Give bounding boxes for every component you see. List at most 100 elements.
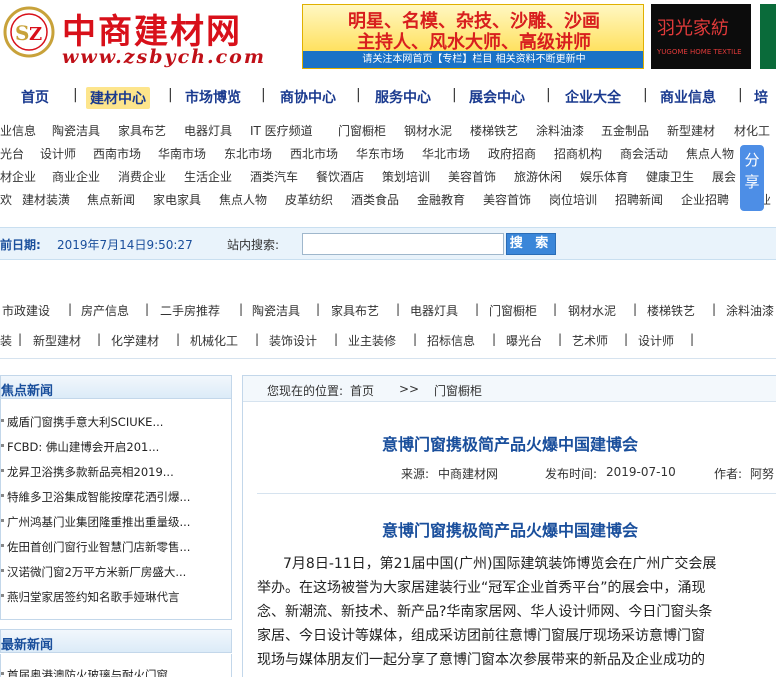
brand-ad[interactable]: 羽光家紡 YUGOME HOME TEXTILE: [651, 4, 751, 69]
nav-service-center[interactable]: 服务中心: [375, 87, 431, 107]
category-link[interactable]: 企业招聘: [681, 191, 729, 208]
news-item-title[interactable]: 龙昇卫浴携多款新品亮相2019...: [7, 464, 174, 480]
category-link[interactable]: 光台: [0, 145, 24, 162]
nav-home[interactable]: 首页: [21, 87, 49, 107]
news-item[interactable]: 燕归堂家居签约知名歌手娅琳代言: [1, 584, 233, 609]
latest-news-title[interactable]: 最新新闻: [1, 634, 53, 653]
category-link[interactable]: 商业企业: [52, 168, 100, 185]
sub-nav-link[interactable]: 化学建材: [111, 332, 159, 349]
category-link[interactable]: 展会: [712, 168, 736, 185]
category-link[interactable]: 材化工: [734, 122, 770, 139]
news-item[interactable]: 龙昇卫浴携多款新品亮相2019...: [1, 459, 233, 484]
sub-nav-link[interactable]: 陶瓷洁具: [252, 302, 300, 319]
news-item[interactable]: 汉诺微门窗2万平方米新厂房盛大...: [1, 559, 233, 584]
sub-nav-link[interactable]: 市政建设: [2, 302, 50, 319]
news-item[interactable]: FCBD: 佛山建博会开启201...: [1, 434, 233, 459]
breadcrumb-home[interactable]: 首页: [350, 382, 374, 399]
category-link[interactable]: 招聘新闻: [615, 191, 663, 208]
news-item[interactable]: 广州鸿基门业集团隆重推出重量级...: [1, 509, 233, 534]
category-link[interactable]: 策划培训: [382, 168, 430, 185]
category-link[interactable]: 餐饮酒店: [316, 168, 364, 185]
category-link[interactable]: 西南市场: [93, 145, 141, 162]
news-item-title[interactable]: 汉诺微门窗2万平方米新厂房盛大...: [7, 564, 186, 580]
category-link[interactable]: 西北市场: [290, 145, 338, 162]
search-button[interactable]: 搜 索: [506, 233, 556, 255]
category-link[interactable]: 建材装潢: [22, 191, 70, 208]
sub-nav-link[interactable]: 装饰设计: [269, 332, 317, 349]
category-link[interactable]: 欢: [0, 191, 12, 208]
nav-expo-center[interactable]: 展会中心: [469, 87, 525, 107]
category-link[interactable]: 皮革纺织: [285, 191, 333, 208]
news-item-title[interactable]: 佐田首创门窗行业智慧门店新零售...: [7, 539, 190, 555]
news-item-title[interactable]: 特維多卫浴集成智能按摩花洒引爆...: [7, 489, 190, 505]
category-link[interactable]: 五金制品: [601, 122, 649, 139]
category-link[interactable]: 美容首饰: [448, 168, 496, 185]
focus-news-title[interactable]: 焦点新闻: [1, 380, 53, 399]
category-link[interactable]: 楼梯铁艺: [470, 122, 518, 139]
category-link[interactable]: 华北市场: [422, 145, 470, 162]
news-item[interactable]: 佐田首创门窗行业智慧门店新零售...: [1, 534, 233, 559]
news-item-title[interactable]: 首届奥港澳防火玻璃与耐火门窗...: [7, 667, 179, 677]
category-link[interactable]: 岗位培训: [549, 191, 597, 208]
news-item[interactable]: 特維多卫浴集成智能按摩花洒引爆...: [1, 484, 233, 509]
nav-association-center[interactable]: 商协中心: [280, 87, 336, 107]
category-link[interactable]: 政府招商: [488, 145, 536, 162]
news-item[interactable]: 首届奥港澳防火玻璃与耐火门窗...: [1, 662, 233, 677]
category-link[interactable]: 设计师: [40, 145, 76, 162]
category-link[interactable]: 酒类汽车: [250, 168, 298, 185]
sub-nav-link[interactable]: 艺术师: [572, 332, 608, 349]
sub-nav-link[interactable]: 涂料油漆: [726, 302, 774, 319]
category-link[interactable]: 陶瓷洁具: [52, 122, 100, 139]
nav-business-info[interactable]: 商业信息: [660, 87, 716, 107]
sub-nav-link[interactable]: 招标信息: [427, 332, 475, 349]
category-link[interactable]: 业信息: [0, 122, 36, 139]
category-link[interactable]: 招商机构: [554, 145, 602, 162]
sub-nav-link[interactable]: 楼梯铁艺: [647, 302, 695, 319]
category-link[interactable]: 旅游休闲: [514, 168, 562, 185]
share-button[interactable]: 分享: [740, 145, 764, 211]
sub-nav-link[interactable]: 装: [0, 332, 12, 349]
category-link[interactable]: 家具布艺: [118, 122, 166, 139]
nav-enterprise-directory[interactable]: 企业大全: [565, 87, 621, 107]
category-link[interactable]: 新型建材: [667, 122, 715, 139]
category-link[interactable]: 家电家具: [153, 191, 201, 208]
news-item-title[interactable]: 威盾门窗携手意大利SCIUKE...: [7, 414, 163, 430]
category-link[interactable]: 美容首饰: [483, 191, 531, 208]
sub-nav-link[interactable]: 曝光台: [506, 332, 542, 349]
news-item-title[interactable]: 广州鸿基门业集团隆重推出重量级...: [7, 514, 190, 530]
category-link[interactable]: 华东市场: [356, 145, 404, 162]
category-link[interactable]: 焦点新闻: [87, 191, 135, 208]
category-link[interactable]: 金融教育: [417, 191, 465, 208]
news-item-title[interactable]: FCBD: 佛山建博会开启201...: [7, 439, 159, 455]
nav-training[interactable]: 培: [754, 87, 768, 107]
category-link[interactable]: 门窗橱柜: [338, 122, 386, 139]
breadcrumb-current[interactable]: 门窗橱柜: [434, 382, 482, 399]
category-link[interactable]: 生活企业: [184, 168, 232, 185]
sub-nav-link[interactable]: 新型建材: [33, 332, 81, 349]
category-link[interactable]: 健康卫生: [646, 168, 694, 185]
sub-nav-link[interactable]: 机械化工: [190, 332, 238, 349]
category-link[interactable]: 酒类食品: [351, 191, 399, 208]
category-link[interactable]: 钢材水泥: [404, 122, 452, 139]
category-link[interactable]: IT 医疗频道: [250, 122, 313, 139]
sub-nav-link[interactable]: 家具布艺: [331, 302, 379, 319]
sub-nav-link[interactable]: 二手房推荐: [160, 302, 220, 319]
category-link[interactable]: 电器灯具: [184, 122, 232, 139]
category-link[interactable]: 焦点人物: [686, 145, 734, 162]
sub-nav-link[interactable]: 设计师: [638, 332, 674, 349]
category-link[interactable]: 涂料油漆: [536, 122, 584, 139]
banner-ad[interactable]: 明星、名模、杂技、沙雕、沙画 主持人、风水大师、高级讲师 请关注本网首页【专栏】…: [302, 4, 644, 69]
nav-building-center[interactable]: 建材中心: [86, 87, 150, 109]
category-link[interactable]: 娱乐体育: [580, 168, 628, 185]
nav-market-expo[interactable]: 市场博览: [185, 87, 241, 107]
category-link[interactable]: 焦点人物: [219, 191, 267, 208]
category-link[interactable]: 华南市场: [158, 145, 206, 162]
sub-nav-link[interactable]: 门窗橱柜: [489, 302, 537, 319]
category-link[interactable]: 东北市场: [224, 145, 272, 162]
sub-nav-link[interactable]: 电器灯具: [410, 302, 458, 319]
category-link[interactable]: 材企业: [0, 168, 36, 185]
site-search-input[interactable]: [302, 233, 504, 255]
sub-nav-link[interactable]: 业主装修: [348, 332, 396, 349]
news-item-title[interactable]: 燕归堂家居签约知名歌手娅琳代言: [7, 589, 180, 605]
sub-nav-link[interactable]: 房产信息: [81, 302, 129, 319]
